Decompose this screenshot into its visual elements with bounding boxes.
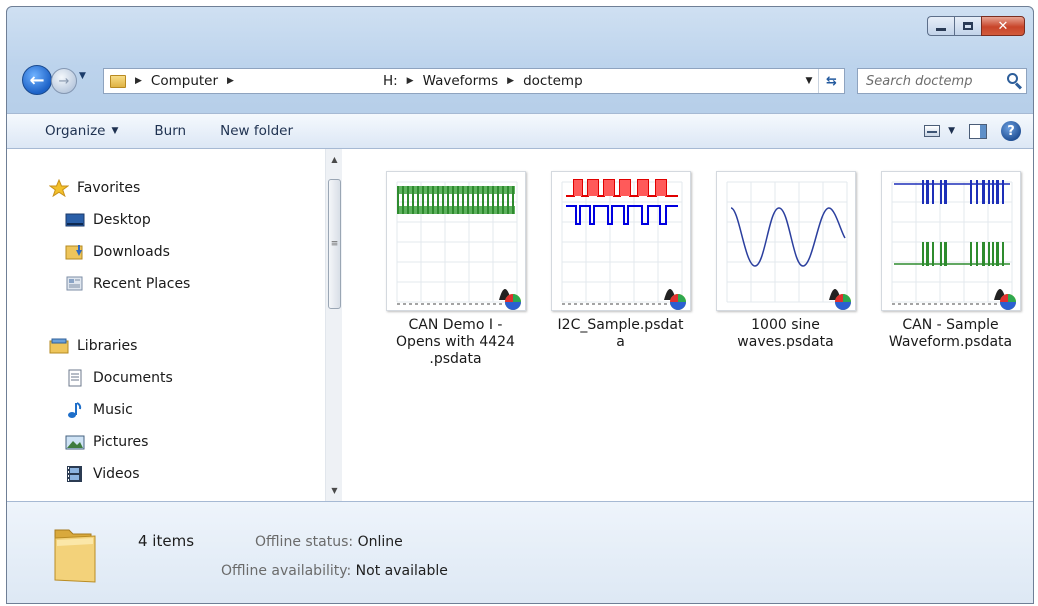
back-button[interactable]: ← bbox=[22, 65, 52, 95]
file-name: 1000 sine waves.psdata bbox=[737, 317, 834, 350]
can-sample-waveform bbox=[891, 180, 1016, 310]
downloads-icon bbox=[65, 243, 85, 261]
chevron-right-icon[interactable]: ▶ bbox=[507, 76, 514, 86]
file-thumbnail bbox=[550, 171, 691, 311]
sidebar-item-music[interactable]: Music bbox=[65, 399, 133, 421]
file-item[interactable]: 1000 sine waves.psdata bbox=[703, 171, 868, 351]
close-button[interactable]: ✕ bbox=[981, 16, 1025, 36]
address-bar[interactable]: ▶ Computer ▶ H: ▶ Waveforms ▶ doctemp ▼ … bbox=[103, 68, 845, 94]
sidebar-item-recent-places[interactable]: Recent Places bbox=[65, 273, 190, 295]
videos-icon bbox=[65, 465, 85, 483]
chevron-down-icon: ▼ bbox=[111, 126, 119, 136]
change-view-button[interactable]: ▼ bbox=[924, 125, 955, 137]
folder-icon bbox=[54, 529, 96, 583]
caption-buttons: ✕ bbox=[927, 16, 1025, 36]
sidebar-item-desktop[interactable]: Desktop bbox=[65, 209, 151, 231]
sidebar-item-label: Documents bbox=[93, 370, 173, 386]
file-name: CAN Demo I - Opens with 4424 .psdata bbox=[396, 317, 515, 367]
file-thumbnail bbox=[385, 171, 526, 311]
forward-arrow-icon: → bbox=[58, 73, 70, 89]
navigation-scrollbar[interactable]: ▲ ≡ ▼ bbox=[325, 149, 342, 501]
close-icon: ✕ bbox=[997, 18, 1009, 34]
breadcrumb-doctemp[interactable]: doctemp bbox=[523, 69, 583, 93]
sidebar-item-favorites[interactable]: Favorites bbox=[48, 177, 141, 199]
sidebar-item-label: Favorites bbox=[77, 180, 141, 196]
offline-availability: Offline availability: Not available bbox=[221, 563, 448, 579]
scroll-up-icon[interactable]: ▲ bbox=[326, 151, 343, 168]
sidebar-item-label: Libraries bbox=[77, 338, 138, 354]
libraries-icon bbox=[49, 337, 69, 355]
maximize-button[interactable] bbox=[954, 16, 981, 36]
breadcrumb-computer[interactable]: Computer bbox=[151, 69, 218, 93]
view-icon bbox=[924, 125, 941, 137]
breadcrumb-waveforms[interactable]: Waveforms bbox=[423, 69, 499, 93]
help-icon[interactable]: ? bbox=[1001, 121, 1021, 141]
item-count: 4 items bbox=[138, 532, 195, 550]
file-item[interactable]: I2C_Sample.psdat a bbox=[538, 171, 703, 351]
command-bar: Organize ▼ Burn New folder ▼ ? bbox=[7, 113, 1033, 149]
i2c-waveform bbox=[561, 179, 686, 310]
organize-button[interactable]: Organize ▼ bbox=[34, 114, 129, 148]
maximize-icon bbox=[963, 22, 973, 30]
sidebar-item-pictures[interactable]: Pictures bbox=[65, 431, 148, 453]
minimize-icon bbox=[936, 27, 946, 31]
organize-label: Organize bbox=[45, 123, 106, 139]
file-item[interactable]: CAN Demo I - Opens with 4424 .psdata bbox=[373, 171, 538, 368]
forward-button[interactable]: → bbox=[51, 68, 77, 94]
details-pane: 4 items Offline status: Online Offline a… bbox=[7, 501, 1033, 603]
burn-label: Burn bbox=[154, 123, 187, 139]
folder-icon bbox=[110, 74, 126, 88]
chevron-right-icon[interactable]: ▶ bbox=[227, 76, 234, 86]
sidebar-item-documents[interactable]: Documents bbox=[65, 367, 173, 389]
search-icon[interactable] bbox=[1004, 70, 1026, 92]
breadcrumb-drive[interactable]: H: bbox=[383, 69, 398, 93]
sidebar-item-libraries[interactable]: Libraries bbox=[49, 335, 137, 357]
search-box[interactable]: Search doctemp bbox=[857, 68, 1027, 94]
new-folder-label: New folder bbox=[220, 123, 294, 139]
sidebar-item-label: Recent Places bbox=[93, 276, 191, 292]
recent-places-icon bbox=[65, 275, 85, 293]
address-dropdown-icon[interactable]: ▼ bbox=[800, 76, 818, 86]
file-item[interactable]: CAN - Sample Waveform.psdata bbox=[868, 171, 1033, 351]
can-demo-waveform bbox=[396, 181, 521, 310]
explorer-window: ✕ ← → ▼ ▶ Computer ▶ H: ▶ Waveforms ▶ do… bbox=[6, 6, 1034, 604]
navigation-pane: Favorites Desktop Downloads Recent Place… bbox=[7, 149, 325, 501]
file-name: CAN - Sample Waveform.psdata bbox=[888, 317, 1013, 350]
documents-icon bbox=[65, 369, 85, 387]
burn-button[interactable]: Burn bbox=[143, 114, 197, 148]
refresh-button[interactable]: ⇆ bbox=[818, 69, 844, 93]
sidebar-item-label: Pictures bbox=[93, 434, 149, 450]
offline-status: Offline status: Online bbox=[255, 534, 403, 550]
sidebar-item-videos[interactable]: Videos bbox=[65, 463, 140, 485]
sidebar-item-label: Downloads bbox=[93, 244, 170, 260]
file-name: I2C_Sample.psdat a bbox=[557, 317, 684, 350]
search-input[interactable]: Search doctemp bbox=[866, 74, 1004, 89]
sidebar-item-label: Music bbox=[93, 402, 133, 418]
content-area: Favorites Desktop Downloads Recent Place… bbox=[7, 149, 1033, 501]
file-thumbnail bbox=[880, 171, 1021, 311]
sidebar-item-label: Videos bbox=[93, 466, 140, 482]
preview-pane-icon[interactable] bbox=[969, 123, 987, 139]
chevron-right-icon[interactable]: ▶ bbox=[135, 76, 142, 86]
star-icon bbox=[48, 178, 70, 198]
sidebar-item-label: Desktop bbox=[93, 212, 151, 228]
scrollbar-thumb[interactable]: ≡ bbox=[328, 179, 341, 309]
refresh-icon: ⇆ bbox=[826, 73, 837, 89]
desktop-icon bbox=[65, 211, 85, 229]
file-thumbnail bbox=[715, 171, 856, 311]
chevron-right-icon[interactable]: ▶ bbox=[407, 76, 414, 86]
scroll-down-icon[interactable]: ▼ bbox=[326, 482, 343, 499]
pictures-icon bbox=[65, 433, 85, 451]
sidebar-item-downloads[interactable]: Downloads bbox=[65, 241, 170, 263]
back-arrow-icon: ← bbox=[29, 69, 45, 91]
recent-pages-dropdown[interactable]: ▼ bbox=[79, 71, 86, 81]
file-list: CAN Demo I - Opens with 4424 .psdata I2C… bbox=[343, 149, 1033, 501]
sine-waveform bbox=[726, 181, 851, 310]
minimize-button[interactable] bbox=[927, 16, 954, 36]
chevron-down-icon: ▼ bbox=[948, 126, 955, 136]
music-icon bbox=[65, 401, 85, 419]
new-folder-button[interactable]: New folder bbox=[209, 114, 304, 148]
